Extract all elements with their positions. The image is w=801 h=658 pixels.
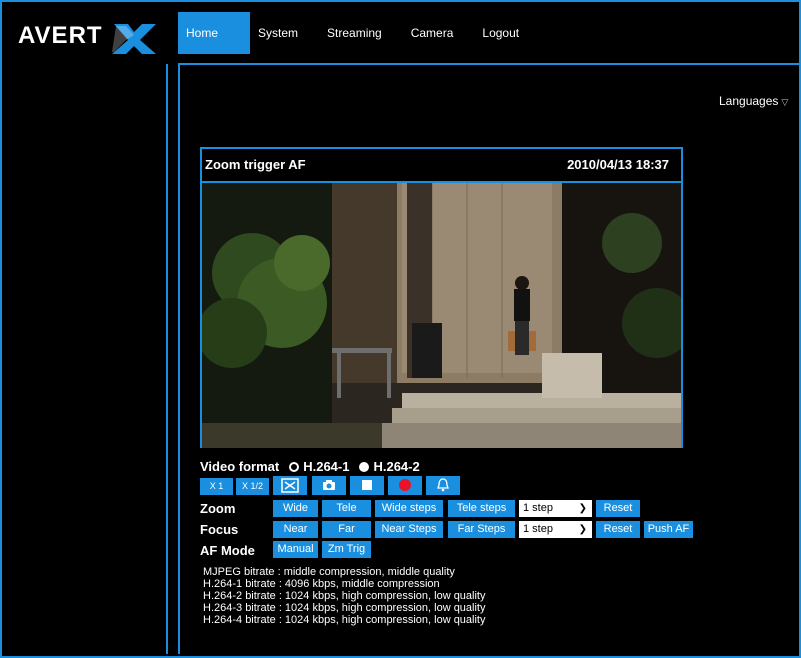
zoom-wide-steps-button[interactable]: Wide steps	[375, 500, 443, 517]
snapshot-button[interactable]	[312, 476, 346, 495]
nav-streaming-label: Streaming	[327, 26, 382, 40]
avertx-logo: AVERT	[16, 14, 166, 54]
radio-h264-1-label: H.264-1	[303, 459, 350, 474]
nav-home-label: Home	[186, 26, 219, 40]
radio-h264-2[interactable]	[359, 461, 370, 472]
languages-dropdown[interactable]: Languages ▽	[719, 94, 788, 108]
zoom-step-select[interactable]: 1 step ❯	[519, 500, 592, 517]
focus-step-value: 1 step	[523, 523, 553, 535]
nav-logout-label: Logout	[482, 26, 520, 40]
fullscreen-button[interactable]	[273, 476, 307, 495]
bitrate-line: MJPEG bitrate : middle compression, midd…	[203, 566, 455, 578]
bitrate-line: H.264-4 bitrate : 1024 kbps, high compre…	[203, 614, 486, 626]
stop-button[interactable]	[350, 476, 384, 495]
live-video-feed[interactable]	[202, 181, 681, 448]
zoom-step-value: 1 step	[523, 502, 553, 514]
zoom-label: Zoom	[200, 501, 236, 516]
x1-button[interactable]: X 1	[200, 478, 233, 495]
nav-camera[interactable]: Camera	[403, 12, 475, 54]
video-format-label: Video format	[200, 459, 280, 474]
content-left-border	[178, 63, 180, 654]
nav-home[interactable]: Home	[178, 12, 250, 54]
snapshot-camera-icon	[323, 480, 335, 490]
focus-reset-button[interactable]: Reset	[596, 521, 640, 538]
focus-label: Focus	[200, 522, 239, 537]
bitrate-line: H.264-3 bitrate : 1024 kbps, high compre…	[203, 602, 486, 614]
zoom-reset-button[interactable]: Reset	[596, 500, 640, 517]
focus-far-button[interactable]: Far	[322, 521, 371, 538]
af-zm-trig-button[interactable]: Zm Trig	[322, 541, 371, 558]
chevron-down-icon: ❯	[578, 503, 587, 514]
nav-streaming[interactable]: Streaming	[319, 12, 403, 54]
video-timestamp: 2010/04/13 18:37	[567, 157, 669, 172]
push-af-button[interactable]: Push AF	[644, 521, 693, 538]
focus-near-steps-button[interactable]: Near Steps	[375, 521, 443, 538]
languages-label: Languages	[719, 94, 779, 108]
video-title: Zoom trigger AF	[205, 157, 306, 172]
record-icon	[399, 479, 411, 491]
af-mode-label: AF Mode	[200, 543, 255, 558]
nav-logout[interactable]: Logout	[474, 12, 540, 54]
video-panel: Zoom trigger AF 2010/04/13 18:37	[200, 147, 683, 448]
alarm-button[interactable]	[426, 476, 460, 495]
chevron-down-icon: ❯	[578, 524, 587, 535]
x-half-button[interactable]: X 1/2	[236, 478, 269, 495]
nav-system[interactable]: System	[250, 12, 319, 54]
radio-h264-2-label: H.264-2	[373, 459, 420, 474]
focus-near-button[interactable]: Near	[273, 521, 318, 538]
content-top-border	[178, 63, 801, 65]
zoom-tele-steps-button[interactable]: Tele steps	[448, 500, 515, 517]
nav-camera-label: Camera	[410, 26, 454, 40]
fullscreen-icon	[281, 478, 299, 493]
focus-far-steps-button[interactable]: Far Steps	[448, 521, 515, 538]
zoom-wide-button[interactable]: Wide	[273, 500, 318, 517]
focus-step-select[interactable]: 1 step ❯	[519, 521, 592, 538]
bitrate-info: MJPEG bitrate : middle compression, midd…	[203, 566, 486, 626]
radio-h264-1[interactable]	[289, 461, 300, 472]
bitrate-line: H.264-1 bitrate : 4096 kbps, middle comp…	[203, 578, 440, 590]
zoom-tele-button[interactable]: Tele	[322, 500, 371, 517]
nav-system-label: System	[258, 26, 299, 40]
alarm-bell-icon	[437, 478, 449, 492]
triangle-down-icon: ▽	[781, 97, 789, 107]
main-nav: Home System Streaming Camera Logout	[178, 12, 540, 54]
record-button[interactable]	[388, 476, 422, 495]
svg-text:AVERT: AVERT	[18, 22, 103, 49]
video-format-row: Video format H.264-1 H.264-2	[200, 459, 420, 474]
stop-icon	[362, 480, 372, 490]
sidebar-divider	[166, 64, 168, 654]
af-manual-button[interactable]: Manual	[273, 541, 318, 558]
bitrate-line: H.264-2 bitrate : 1024 kbps, high compre…	[203, 590, 486, 602]
